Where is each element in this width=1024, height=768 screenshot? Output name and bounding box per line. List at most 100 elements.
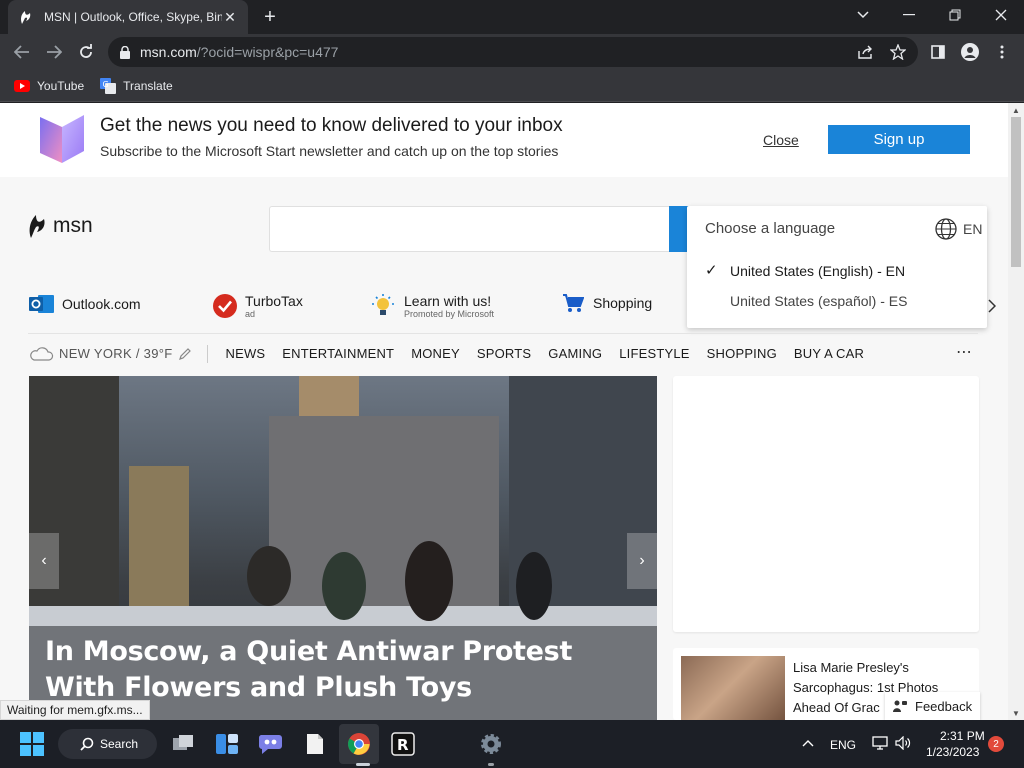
url-path: /?ocid=wispr&pc=u477	[196, 44, 339, 60]
language-dropdown-header: Choose a language	[705, 220, 836, 237]
cloud-icon	[30, 346, 54, 361]
hero-story-card[interactable]: ‹ › In Moscow, a Quiet Antiwar Protest W…	[29, 376, 657, 720]
banner-title: Get the news you need to know delivered …	[100, 115, 563, 136]
file-icon[interactable]	[299, 728, 331, 760]
bookmark-star-icon[interactable]	[886, 40, 910, 64]
story-thumbnail	[681, 656, 785, 720]
hero-next-chevron-icon[interactable]: ›	[627, 533, 657, 589]
input-language[interactable]: ENG	[830, 738, 856, 752]
minimize-button[interactable]	[886, 0, 932, 30]
chrome-taskbar-icon[interactable]	[343, 728, 375, 760]
msn-logo-text: msn	[53, 214, 93, 237]
newsletter-banner: Get the news you need to know delivered …	[0, 103, 1008, 177]
clock-date[interactable]: 1/23/2023	[926, 745, 979, 759]
quicklink-turbotax[interactable]: TurboTax ad	[213, 293, 303, 319]
nav-sports[interactable]: SPORTS	[477, 346, 531, 361]
bookmark-youtube[interactable]: YouTube	[14, 79, 84, 93]
quicklinks-next-chevron-icon[interactable]	[988, 299, 997, 318]
banner-close-link[interactable]: Close	[763, 132, 799, 148]
pencil-edit-icon[interactable]	[178, 347, 192, 361]
tab-close-icon[interactable]: ✕	[222, 9, 238, 26]
quicklink-shopping[interactable]: Shopping	[562, 293, 652, 313]
lock-icon[interactable]	[120, 45, 130, 59]
weather-widget[interactable]: NEW YORK / 39°F	[28, 344, 209, 363]
feedback-label: Feedback	[915, 698, 973, 714]
taskbar-search[interactable]: Search	[58, 729, 157, 759]
scrollbar-thumb[interactable]	[1011, 117, 1021, 267]
address-bar[interactable]: msn.com/?ocid=wispr&pc=u477	[108, 37, 918, 67]
banner-subtitle: Subscribe to the Microsoft Start newslet…	[100, 143, 559, 159]
browser-tab-msn[interactable]: MSN | Outlook, Office, Skype, Bin ✕	[8, 0, 248, 34]
nav-more-button[interactable]: ⋯	[956, 342, 972, 362]
quicklink-label: Outlook.com	[62, 296, 141, 312]
restore-button[interactable]	[932, 0, 978, 30]
language-selector[interactable]: EN	[935, 218, 982, 240]
msn-logo[interactable]: msn	[27, 213, 93, 239]
volume-icon[interactable]	[895, 735, 911, 753]
nav-lifestyle[interactable]: LIFESTYLE	[619, 346, 689, 361]
network-icon[interactable]	[872, 736, 888, 753]
browser-titlebar: MSN | Outlook, Office, Skype, Bin ✕ +	[0, 0, 1024, 34]
browser-toolbar: msn.com/?ocid=wispr&pc=u477	[0, 34, 1024, 70]
weather-text: NEW YORK / 39°F	[59, 346, 173, 361]
checkmark-icon: ✓	[705, 262, 718, 279]
youtube-icon	[14, 79, 30, 92]
widgets-icon[interactable]	[211, 728, 243, 760]
outlook-icon	[29, 295, 54, 313]
scroll-down-icon[interactable]: ▼	[1008, 706, 1024, 720]
quicklink-sublabel: Promoted by Microsoft	[404, 309, 495, 319]
settings-gear-icon[interactable]	[475, 728, 507, 760]
chrome-menu-icon[interactable]	[990, 40, 1014, 64]
windows-start-icon[interactable]	[16, 728, 48, 760]
quicklink-outlook[interactable]: Outlook.com	[29, 293, 141, 315]
back-arrow-icon[interactable]	[10, 40, 34, 64]
new-tab-button[interactable]: +	[258, 6, 282, 28]
language-option-en[interactable]: United States (English) - EN	[730, 263, 905, 279]
chrome-running-indicator	[356, 763, 370, 766]
svg-text:R: R	[397, 736, 409, 754]
ad-placeholder-card	[673, 376, 979, 632]
nav-money[interactable]: MONEY	[411, 346, 460, 361]
notification-badge[interactable]: 2	[988, 736, 1004, 752]
teams-chat-icon[interactable]	[255, 728, 287, 760]
forward-arrow-icon[interactable]	[42, 40, 66, 64]
quicklink-label: Learn with us!	[404, 293, 492, 309]
settings-running-indicator	[488, 763, 494, 766]
nav-news[interactable]: NEWS	[225, 346, 265, 361]
nav-buy-a-car[interactable]: BUY A CAR	[794, 346, 864, 361]
bookmark-translate[interactable]: G Translate	[100, 77, 173, 94]
share-icon[interactable]	[854, 40, 878, 64]
nav-entertainment[interactable]: ENTERTAINMENT	[282, 346, 394, 361]
taskbar: Search R ENG 2:31 PM 1/23/2023 2	[0, 720, 1024, 768]
scroll-up-icon[interactable]: ▲	[1008, 103, 1024, 117]
category-nav: NEW YORK / 39°F NEWS ENTERTAINMENT MONEY…	[28, 333, 978, 373]
feedback-button[interactable]: Feedback	[885, 692, 980, 720]
turbotax-check-icon	[213, 294, 237, 318]
globe-icon	[935, 218, 957, 240]
clock-time[interactable]: 2:31 PM	[940, 729, 985, 743]
r-app-icon[interactable]: R	[387, 728, 419, 760]
web-search-input[interactable]	[269, 206, 679, 252]
task-view-icon[interactable]	[167, 728, 199, 760]
lightbulb-icon	[372, 294, 394, 315]
page-scrollbar[interactable]: ▲ ▼	[1008, 103, 1024, 720]
tab-search-chevron-icon[interactable]	[840, 0, 886, 30]
hero-headline[interactable]: In Moscow, a Quiet Antiwar Protest With …	[45, 634, 605, 706]
newsletter-book-icon	[38, 111, 86, 168]
close-window-button[interactable]	[978, 0, 1024, 30]
reload-icon[interactable]	[74, 40, 98, 64]
current-language: EN	[963, 221, 983, 237]
quicklink-learn[interactable]: Learn with us! Promoted by Microsoft	[371, 293, 494, 319]
quicklink-label: TurboTax	[245, 293, 303, 309]
nav-gaming[interactable]: GAMING	[548, 346, 602, 361]
signup-button[interactable]: Sign up	[828, 125, 970, 154]
language-option-es[interactable]: United States (español) - ES	[730, 293, 907, 309]
feedback-icon	[893, 700, 907, 712]
status-bubble: Waiting for mem.gfx.ms...	[0, 700, 150, 720]
profile-avatar-icon[interactable]	[958, 40, 982, 64]
nav-shopping[interactable]: SHOPPING	[707, 346, 777, 361]
side-panel-icon[interactable]	[926, 40, 950, 64]
hero-prev-chevron-icon[interactable]: ‹	[29, 533, 59, 589]
show-hidden-icons-chevron-icon[interactable]	[802, 736, 814, 750]
url-host: msn.com	[140, 44, 197, 60]
